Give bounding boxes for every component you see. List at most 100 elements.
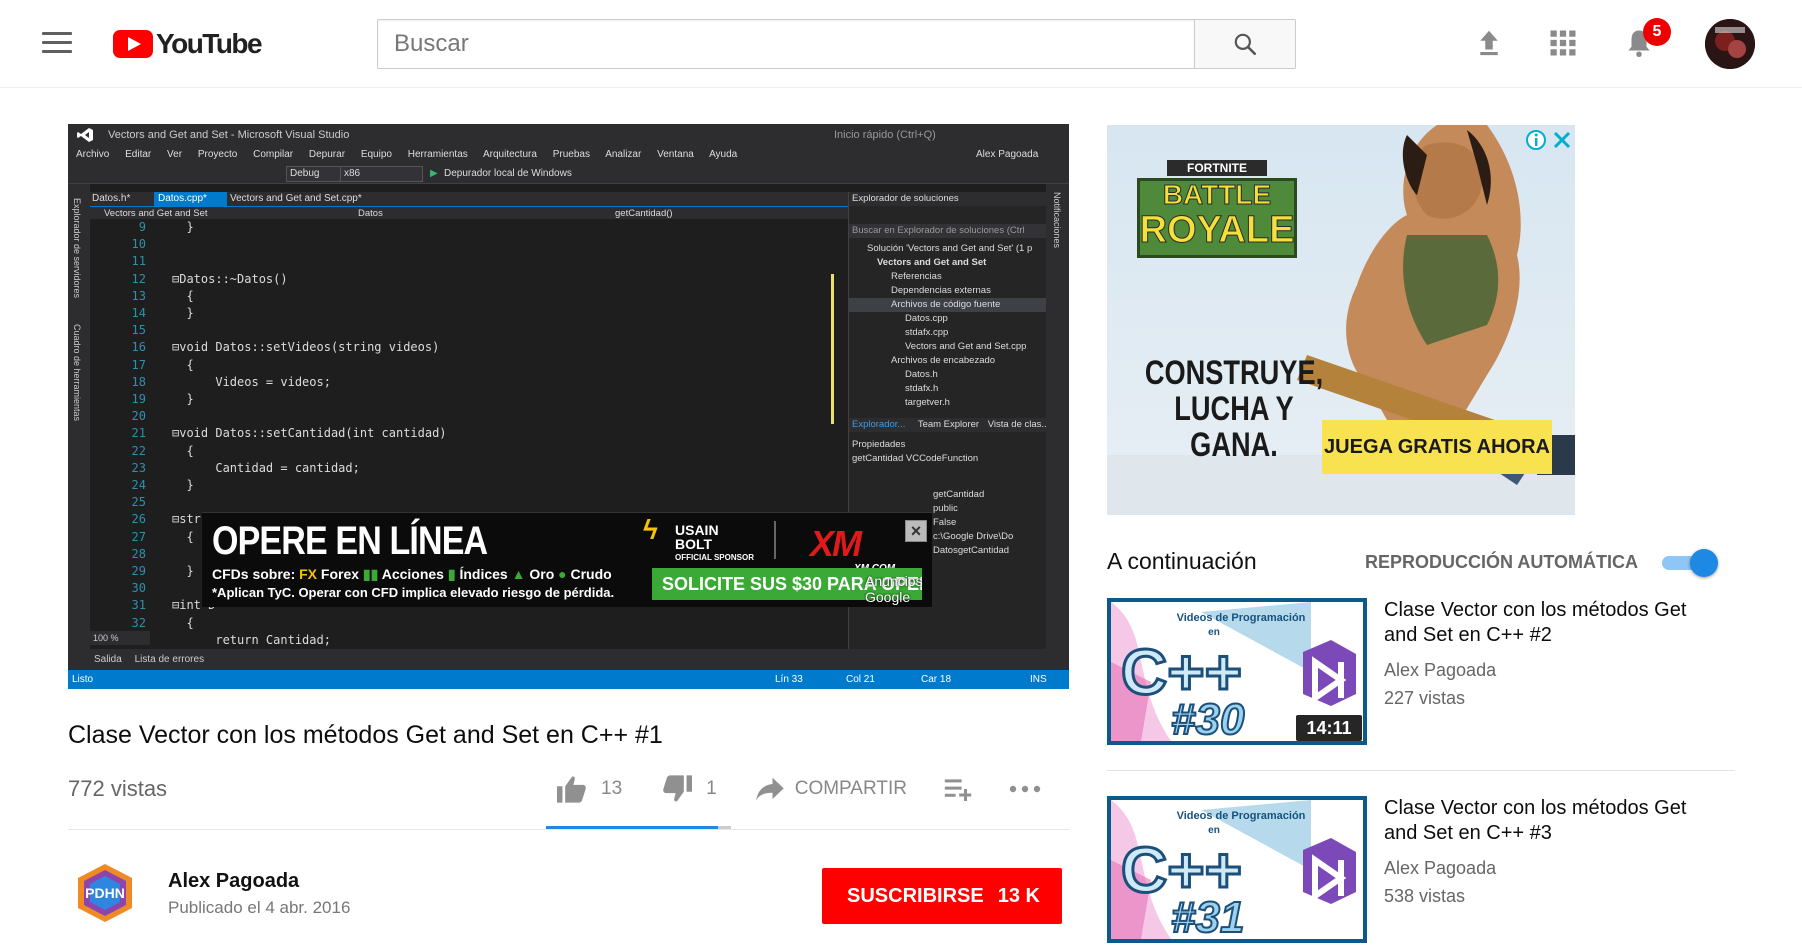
explorer-item[interactable]: Archivos de código fuente bbox=[849, 298, 1046, 312]
code-line-text[interactable]: Videos = videos; bbox=[172, 374, 331, 391]
code-line-text[interactable]: { bbox=[172, 529, 193, 546]
explorer-item[interactable]: Solución 'Vectors and Get and Set' (1 p bbox=[849, 242, 1046, 256]
explorer-search[interactable]: Buscar en Explorador de soluciones (Ctrl bbox=[849, 224, 1046, 238]
vs-menu-item[interactable]: Equipo bbox=[361, 149, 392, 160]
vs-menu-item[interactable]: Depurar bbox=[309, 149, 345, 160]
channel-avatar[interactable]: PDHN bbox=[74, 862, 136, 924]
code-line-text[interactable]: { bbox=[172, 288, 193, 305]
explorer-tab[interactable]: Vista de clas... bbox=[988, 419, 1046, 430]
code-line-text[interactable]: { bbox=[172, 443, 193, 460]
vs-output-tab[interactable]: Salida bbox=[94, 654, 122, 665]
youtube-logo[interactable]: YouTube bbox=[113, 28, 263, 60]
search-input[interactable] bbox=[378, 20, 1194, 68]
code-line-number: 28 bbox=[131, 546, 146, 561]
explorer-tab[interactable]: Team Explorer bbox=[918, 419, 979, 430]
google-ads-label[interactable]: Anuncios Google bbox=[865, 573, 932, 605]
explorer-item[interactable]: Datos.h bbox=[849, 368, 1046, 382]
recommended-author[interactable]: Alex Pagoada bbox=[1384, 660, 1496, 681]
vs-user: Alex Pagoada bbox=[976, 149, 1039, 160]
vs-output-tab[interactable]: Lista de errores bbox=[135, 654, 204, 665]
add-to-playlist-button[interactable] bbox=[943, 777, 973, 801]
explorer-tab[interactable]: Explorador... bbox=[852, 419, 905, 430]
vs-run-icon[interactable]: ▶ bbox=[430, 164, 438, 184]
explorer-item[interactable]: Datos.cpp bbox=[849, 312, 1046, 326]
ad-cta-button[interactable]: JUEGA GRATIS AHORA bbox=[1322, 420, 1552, 474]
share-button[interactable]: COMPARTIR bbox=[755, 776, 907, 802]
code-line-text[interactable]: Cantidad = cantidad; bbox=[172, 460, 360, 477]
menu-icon[interactable] bbox=[42, 32, 72, 54]
dislike-button[interactable]: 1 bbox=[660, 774, 717, 804]
vs-menu-item[interactable]: Editar bbox=[125, 149, 151, 160]
code-line-text[interactable]: } bbox=[172, 391, 193, 408]
vs-menu-item[interactable]: Compilar bbox=[253, 149, 293, 160]
recommended-video[interactable]: Videos de Programación en C++ #31 Clase … bbox=[1107, 796, 1747, 946]
overlay-ad[interactable]: OPERE EN LÍNEA CFDs sobre: FX Forex ▮▮ A… bbox=[202, 512, 932, 607]
video-duration: 14:11 bbox=[1296, 715, 1362, 741]
vs-platform-select[interactable]: x86 bbox=[340, 166, 424, 182]
vs-menu-item[interactable]: Herramientas bbox=[408, 149, 468, 160]
code-line-text[interactable]: } bbox=[172, 305, 193, 322]
recommended-title[interactable]: Clase Vector con los métodos Get and Set… bbox=[1384, 598, 1714, 648]
vs-menu-item[interactable]: Arquitectura bbox=[483, 149, 537, 160]
recommended-video[interactable]: Videos de Programación en C++ #30 14:11 … bbox=[1107, 598, 1747, 748]
vs-menu-item[interactable]: Pruebas bbox=[553, 149, 590, 160]
close-icon[interactable] bbox=[1551, 129, 1573, 151]
publish-date: Publicado el 4 abr. 2016 bbox=[168, 898, 351, 917]
video-player[interactable]: Vectors and Get and Set - Microsoft Visu… bbox=[68, 124, 1069, 689]
vs-menu-item[interactable]: Ver bbox=[167, 149, 182, 160]
code-line-text[interactable]: } bbox=[172, 477, 193, 494]
vs-notifications-label[interactable]: Notificaciones bbox=[1052, 192, 1062, 248]
vs-right-panel: Notificaciones bbox=[1046, 184, 1069, 670]
channel-name[interactable]: Alex Pagoada bbox=[168, 870, 299, 893]
vs-nav-bar: Vectors and Get and Set Datos getCantida… bbox=[90, 206, 920, 219]
code-line-text[interactable]: } bbox=[172, 219, 193, 236]
code-line-text[interactable]: { bbox=[172, 357, 193, 374]
vs-menu-item[interactable]: Ventana bbox=[657, 149, 694, 160]
vs-tab[interactable]: Vectors and Get and Set.cpp* bbox=[230, 192, 362, 206]
info-icon[interactable] bbox=[1525, 129, 1547, 151]
vs-menu-item[interactable]: Archivo bbox=[76, 149, 109, 160]
subscribe-button[interactable]: SUSCRIBIRSE 13 K bbox=[822, 868, 1062, 924]
code-line-text[interactable]: { bbox=[172, 615, 193, 632]
video-thumbnail[interactable]: Videos de Programación en C++ #31 bbox=[1107, 796, 1367, 943]
explorer-item[interactable]: Archivos de encabezado bbox=[849, 354, 1046, 368]
code-line-text[interactable]: return Cantidad; bbox=[172, 632, 331, 649]
recommended-author[interactable]: Alex Pagoada bbox=[1384, 858, 1496, 879]
explorer-item[interactable]: Referencias bbox=[849, 270, 1046, 284]
explorer-item[interactable]: Vectors and Get and Set.cpp bbox=[849, 340, 1046, 354]
avatar[interactable] bbox=[1705, 19, 1755, 69]
vs-zoom[interactable]: 100 % bbox=[90, 631, 150, 645]
thumb-number: #31 bbox=[1171, 893, 1244, 939]
explorer-item[interactable]: Dependencias externas bbox=[849, 284, 1046, 298]
code-line-text[interactable]: } bbox=[172, 563, 193, 580]
like-button[interactable]: 13 bbox=[555, 774, 622, 804]
close-icon[interactable]: × bbox=[905, 520, 927, 542]
explorer-item[interactable]: stdafx.h bbox=[849, 382, 1046, 396]
vs-side-label[interactable]: Cuadro de herramientas bbox=[72, 324, 82, 421]
display-ad[interactable]: FORTNITE BATTLE ROYALE CONSTRUYE, LUCHA … bbox=[1107, 125, 1575, 515]
code-line-text[interactable]: ⊟void Datos::setVideos(string videos) bbox=[172, 339, 439, 356]
vs-debugger-button[interactable]: Depurador local de Windows bbox=[444, 164, 572, 184]
video-thumbnail[interactable]: Videos de Programación en C++ #30 14:11 bbox=[1107, 598, 1367, 745]
search-icon bbox=[1234, 33, 1257, 56]
explorer-item[interactable]: stdafx.cpp bbox=[849, 326, 1046, 340]
code-line-text[interactable]: ⊟Datos::~Datos() bbox=[172, 271, 288, 288]
autoplay-toggle[interactable] bbox=[1662, 547, 1722, 577]
code-line-text[interactable]: ⊟void Datos::setCantidad(int cantidad) bbox=[172, 425, 447, 442]
search-button[interactable] bbox=[1194, 20, 1295, 68]
vs-menu-item[interactable]: Analizar bbox=[605, 149, 641, 160]
vs-menu-item[interactable]: Ayuda bbox=[709, 149, 737, 160]
vs-side-label[interactable]: Explorador de servidores bbox=[72, 198, 82, 298]
apps-icon[interactable] bbox=[1548, 28, 1578, 58]
vs-config-select[interactable]: Debug bbox=[286, 166, 345, 182]
explorer-item[interactable]: Vectors and Get and Set bbox=[849, 256, 1046, 270]
vs-tab[interactable]: Datos.h* bbox=[92, 192, 130, 206]
vs-menu-item[interactable]: Proyecto bbox=[198, 149, 237, 160]
bar-chart-icon: ▮▮ bbox=[362, 566, 379, 582]
recommended-title[interactable]: Clase Vector con los métodos Get and Set… bbox=[1384, 796, 1714, 846]
upload-icon[interactable] bbox=[1474, 26, 1504, 58]
more-actions-button[interactable] bbox=[1009, 784, 1041, 794]
props-object[interactable]: getCantidad VCCodeFunction bbox=[849, 452, 1046, 466]
vs-tab-active[interactable]: Datos.cpp* bbox=[154, 192, 227, 206]
explorer-item[interactable]: targetver.h bbox=[849, 396, 1046, 410]
